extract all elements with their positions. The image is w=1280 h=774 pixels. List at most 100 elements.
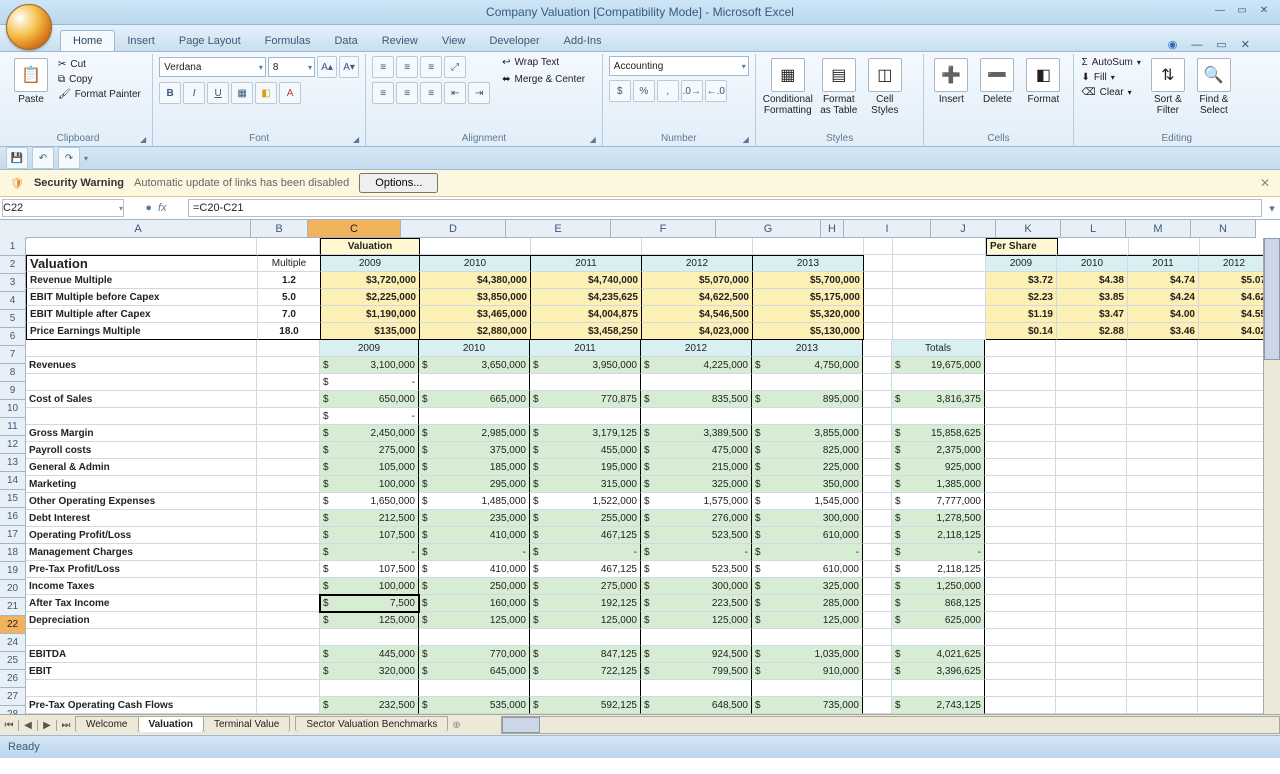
cell[interactable] <box>1056 408 1127 425</box>
cell[interactable] <box>1198 425 1269 442</box>
sheet-tab-valuation[interactable]: Valuation <box>138 716 204 732</box>
font-size-combo[interactable]: 8 <box>268 57 315 77</box>
cell[interactable] <box>1198 612 1269 629</box>
ribbon-tab-developer[interactable]: Developer <box>477 31 551 51</box>
pl-val[interactable]: $3,389,500 <box>641 425 752 442</box>
pl-val[interactable] <box>530 374 641 391</box>
pl-val[interactable]: $523,500 <box>641 527 752 544</box>
pl-val[interactable]: $100,000 <box>320 476 419 493</box>
mult-val[interactable]: $5,700,000 <box>753 272 864 289</box>
fill-button[interactable]: ⬇Fill▾ <box>1080 71 1143 84</box>
row-header-10[interactable]: 10 <box>0 400 26 418</box>
cell[interactable] <box>753 238 864 255</box>
align-right-icon[interactable]: ≡ <box>420 82 442 104</box>
cell[interactable] <box>257 408 320 425</box>
pl-val[interactable]: $410,000 <box>419 527 530 544</box>
mult-val[interactable]: $2,880,000 <box>420 323 531 340</box>
cell[interactable] <box>1198 510 1269 527</box>
cell[interactable] <box>1127 459 1198 476</box>
multiple-header[interactable]: Multiple <box>258 255 321 272</box>
cell[interactable] <box>985 476 1056 493</box>
pl-total[interactable] <box>892 408 985 425</box>
pl-year-2010[interactable]: 2010 <box>419 340 530 357</box>
align-left-icon[interactable]: ≡ <box>372 82 394 104</box>
pl-val[interactable]: $445,000 <box>320 646 419 663</box>
cell[interactable] <box>863 646 892 663</box>
cell[interactable] <box>985 374 1056 391</box>
cell[interactable] <box>1198 544 1269 561</box>
pl-val[interactable]: $4,750,000 <box>752 357 863 374</box>
cell[interactable] <box>863 493 892 510</box>
totals-header[interactable]: Totals <box>892 340 985 357</box>
cell[interactable] <box>420 238 531 255</box>
cell[interactable] <box>985 425 1056 442</box>
select-all-corner[interactable] <box>0 220 27 239</box>
row-header-18[interactable]: 18 <box>0 544 26 562</box>
col-header-J[interactable]: J <box>931 220 996 238</box>
sheet-tab-terminal-value[interactable]: Terminal Value <box>203 716 290 732</box>
pl-total[interactable]: $3,396,625 <box>892 663 985 680</box>
pl-label[interactable] <box>26 629 257 646</box>
row-header-27[interactable]: 27 <box>0 688 26 706</box>
cell[interactable] <box>1127 544 1198 561</box>
pl-val[interactable]: $1,545,000 <box>752 493 863 510</box>
pl-val[interactable]: $3,855,000 <box>752 425 863 442</box>
cell[interactable] <box>863 340 892 357</box>
cell[interactable] <box>257 459 320 476</box>
cell[interactable] <box>1058 238 1129 255</box>
mult-val[interactable]: $2,225,000 <box>321 289 420 306</box>
cell[interactable] <box>985 340 1056 357</box>
pl-val[interactable]: $645,000 <box>419 663 530 680</box>
formula-input[interactable]: =C20-C21 <box>188 199 1262 217</box>
ps-val[interactable]: $4.38 <box>1057 272 1128 289</box>
pl-val[interactable]: $232,500 <box>320 697 419 714</box>
cell[interactable] <box>1127 578 1198 595</box>
cell[interactable] <box>863 578 892 595</box>
pl-val[interactable]: $3,179,125 <box>530 425 641 442</box>
pl-year-2012[interactable]: 2012 <box>641 340 752 357</box>
pl-val[interactable]: $195,000 <box>530 459 641 476</box>
percent-icon[interactable]: % <box>633 80 655 102</box>
cell[interactable] <box>1198 527 1269 544</box>
cell[interactable] <box>1198 442 1269 459</box>
cell[interactable] <box>1127 612 1198 629</box>
increase-indent-icon[interactable]: ⇥ <box>468 82 490 104</box>
cell[interactable] <box>1127 425 1198 442</box>
pl-total[interactable]: $868,125 <box>892 595 985 612</box>
pl-label[interactable]: After Tax Income <box>26 595 257 612</box>
decrease-indent-icon[interactable]: ⇤ <box>444 82 466 104</box>
italic-button[interactable]: I <box>183 82 205 104</box>
mult-val[interactable]: $3,720,000 <box>321 272 420 289</box>
pl-total[interactable]: $2,118,125 <box>892 561 985 578</box>
sheet-nav-prev-icon[interactable]: ◀ <box>19 720 38 731</box>
pl-val[interactable]: $592,125 <box>530 697 641 714</box>
delete-cells-button[interactable]: ➖Delete <box>976 56 1018 105</box>
pl-total[interactable] <box>892 680 985 697</box>
pl-label[interactable]: EBITDA <box>26 646 257 663</box>
pl-val[interactable]: $7,500 <box>320 595 419 612</box>
cut-button[interactable]: ✂Cut <box>56 58 143 71</box>
per-share-header[interactable]: Per Share <box>986 238 1058 255</box>
mult-val[interactable]: $3,465,000 <box>420 306 531 323</box>
ps-val[interactable]: $3.72 <box>986 272 1057 289</box>
scroll-thumb[interactable] <box>1264 238 1280 360</box>
cell[interactable] <box>1198 663 1269 680</box>
ps-val[interactable]: $2.88 <box>1057 323 1128 340</box>
pl-val[interactable]: $125,000 <box>530 612 641 629</box>
align-middle-icon[interactable]: ≡ <box>396 56 418 78</box>
cell[interactable] <box>985 680 1056 697</box>
col-header-G[interactable]: G <box>716 220 821 238</box>
cell[interactable] <box>1127 697 1198 714</box>
conditional-formatting-button[interactable]: ▦Conditional Formatting <box>762 56 814 116</box>
mult-val[interactable]: $5,130,000 <box>753 323 864 340</box>
merge-center-button[interactable]: ⬌Merge & Center <box>500 73 587 86</box>
col-header-F[interactable]: F <box>611 220 716 238</box>
cell[interactable] <box>893 289 986 306</box>
cell[interactable] <box>1127 340 1198 357</box>
cell[interactable] <box>257 561 320 578</box>
cell[interactable] <box>1056 340 1127 357</box>
mult-val[interactable]: $3,458,250 <box>531 323 642 340</box>
cell-b1[interactable] <box>257 238 320 255</box>
pl-year-2009[interactable]: 2009 <box>320 340 419 357</box>
row-header-22[interactable]: 22 <box>0 616 26 634</box>
